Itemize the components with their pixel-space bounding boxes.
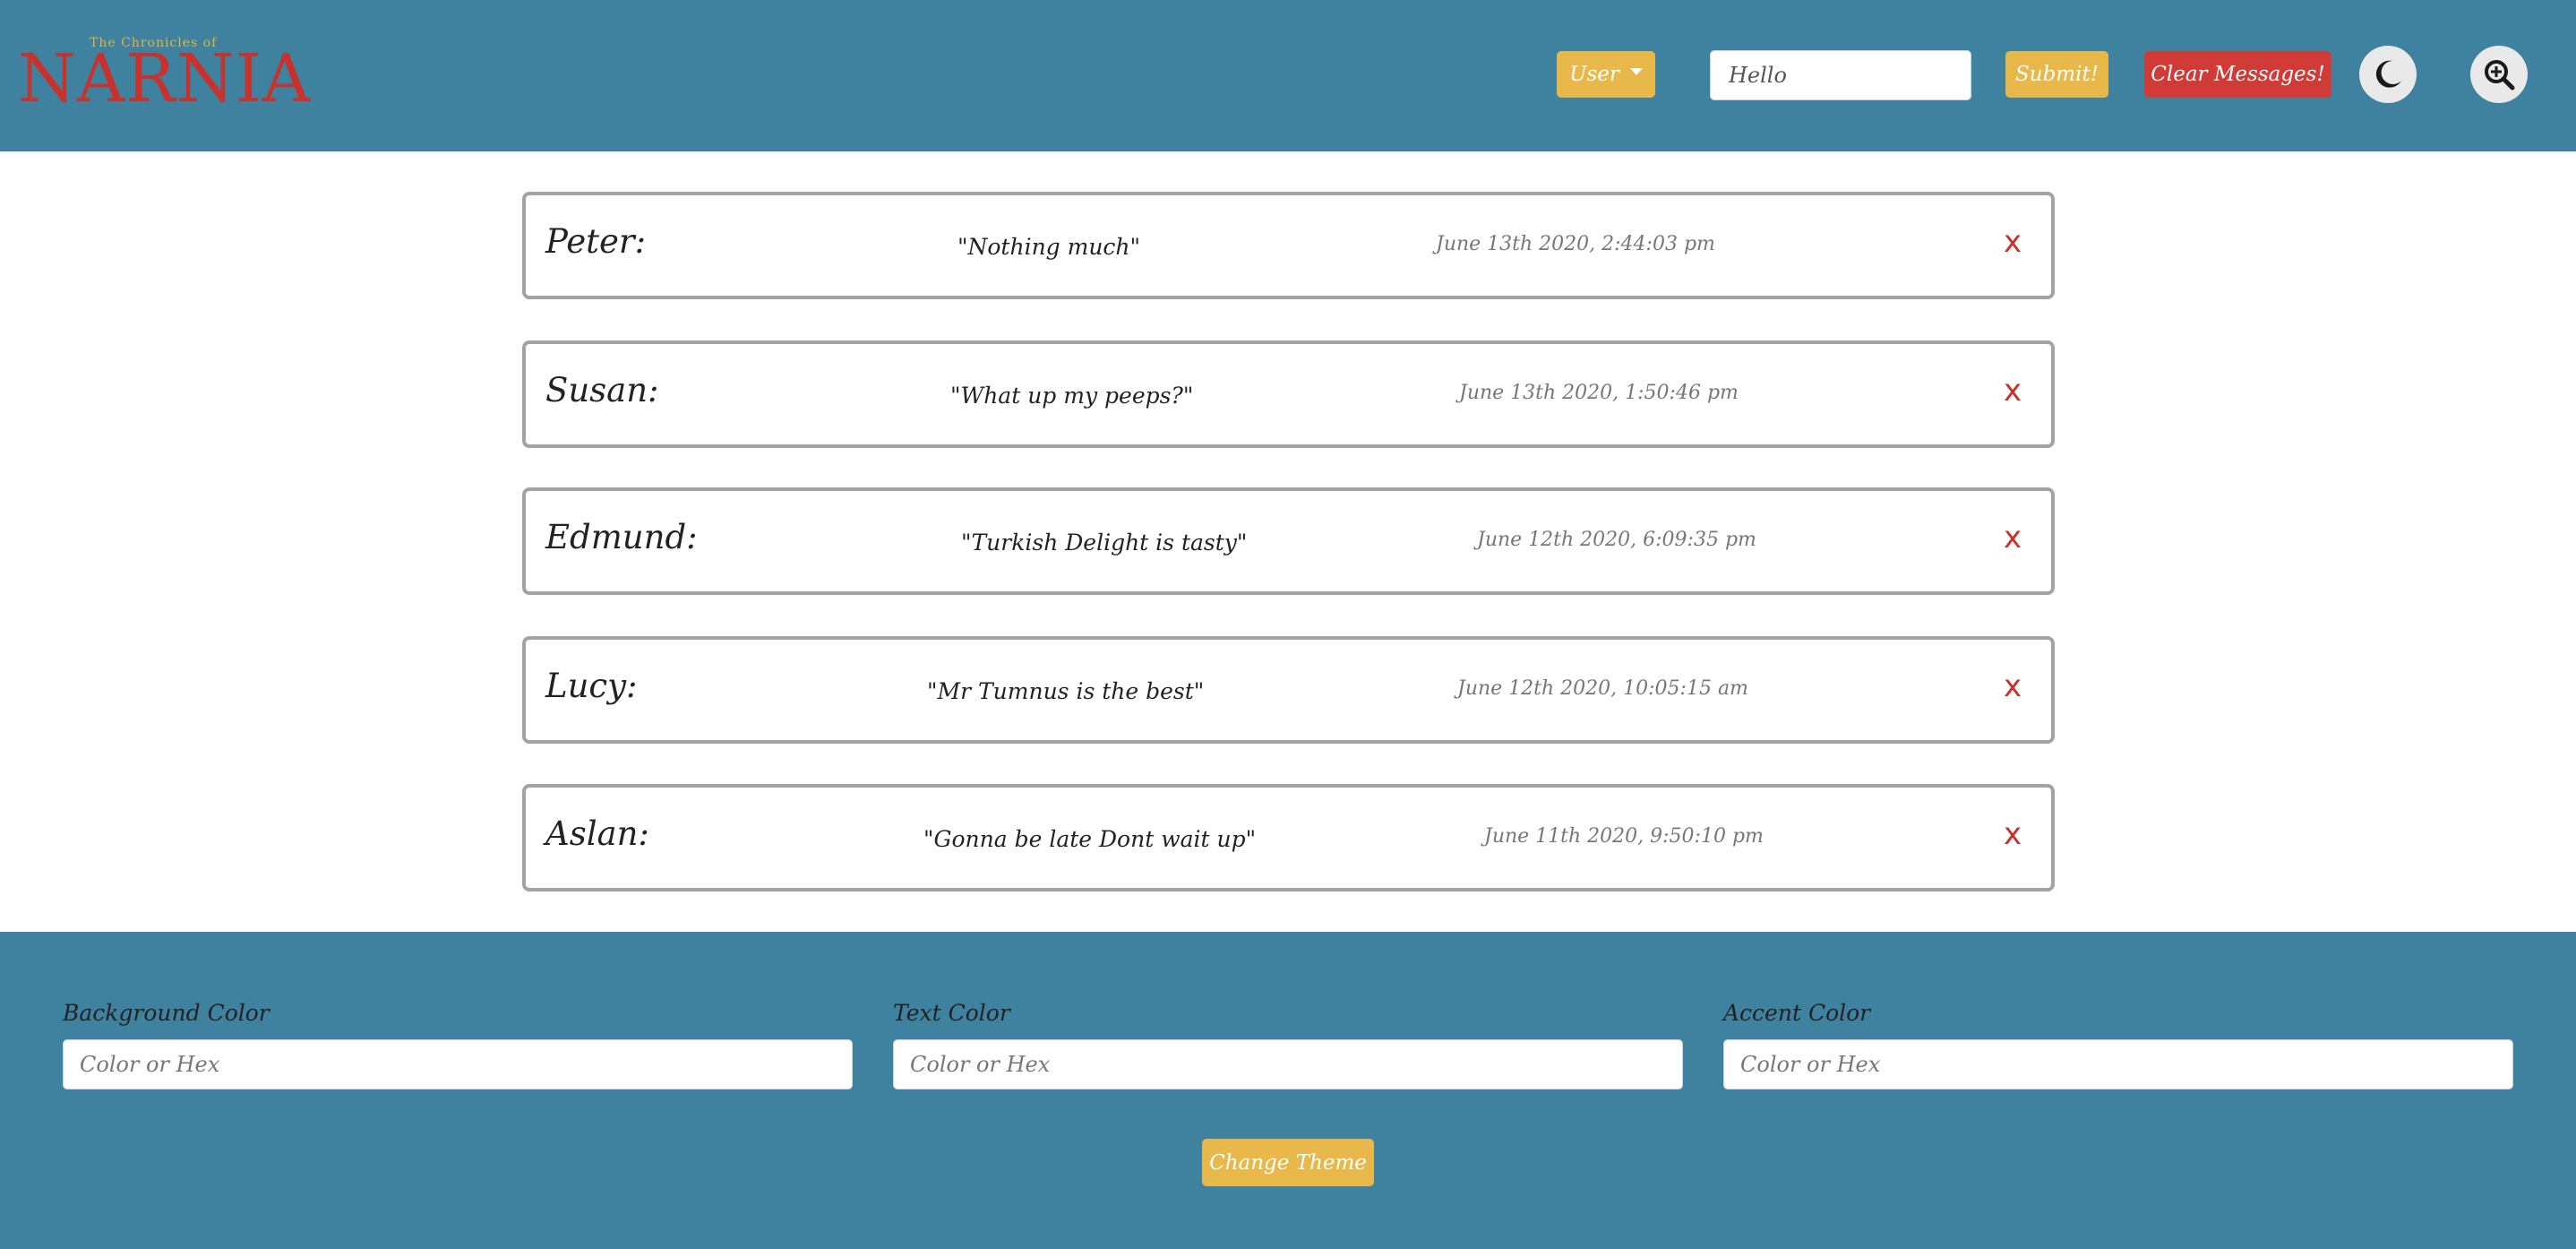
message-author: Susan: <box>545 371 659 409</box>
submit-button[interactable]: Submit! <box>2005 51 2108 98</box>
user-dropdown-button[interactable]: User <box>1557 51 1655 98</box>
message-text: "Turkish Delight is tasty" <box>961 530 1248 556</box>
header-bar: The Chronicles of NARNIA User Submit! Cl… <box>0 0 2576 151</box>
moon-icon <box>2375 60 2401 88</box>
background-color-input[interactable] <box>63 1039 853 1090</box>
accent-color-label: Accent Color <box>1723 1000 1871 1026</box>
delete-message-button[interactable]: x <box>2004 520 2022 556</box>
message-timestamp: June 13th 2020, 2:44:03 pm <box>1436 233 1715 255</box>
dark-mode-toggle[interactable] <box>2359 46 2417 103</box>
text-color-label: Text Color <box>893 1000 1010 1026</box>
message-card: Aslan: "Gonna be late Dont wait up" June… <box>522 784 2055 892</box>
message-text: "What up my peeps?" <box>950 383 1194 409</box>
message-text: "Gonna be late Dont wait up" <box>923 826 1257 852</box>
delete-message-button[interactable]: x <box>2004 373 2022 409</box>
narnia-logo: The Chronicles of NARNIA <box>18 34 310 116</box>
message-author: Lucy: <box>545 667 638 705</box>
text-color-input[interactable] <box>893 1039 1683 1090</box>
message-timestamp: June 12th 2020, 10:05:15 am <box>1457 677 1748 700</box>
change-theme-button[interactable]: Change Theme <box>1202 1139 1374 1186</box>
logo-title: NARNIA <box>18 40 312 117</box>
message-author: Peter: <box>545 222 647 261</box>
message-author: Edmund: <box>545 518 698 556</box>
message-timestamp: June 13th 2020, 1:50:46 pm <box>1459 382 1739 404</box>
accent-color-input[interactable] <box>1723 1039 2513 1090</box>
message-card: Edmund: "Turkish Delight is tasty" June … <box>522 487 2055 595</box>
message-card: Peter: "Nothing much" June 13th 2020, 2:… <box>522 192 2055 299</box>
message-card: Lucy: "Mr Tumnus is the best" June 12th … <box>522 636 2055 744</box>
theme-footer: Background Color Text Color Accent Color… <box>0 932 2576 1249</box>
zoom-in-icon <box>2485 60 2515 90</box>
message-card: Susan: "What up my peeps?" June 13th 202… <box>522 340 2055 448</box>
chevron-down-icon <box>1629 68 1643 75</box>
message-text: "Nothing much" <box>957 234 1141 260</box>
delete-message-button[interactable]: x <box>2004 816 2022 852</box>
message-input[interactable] <box>1710 50 1971 100</box>
user-dropdown-label: User <box>1569 63 1619 86</box>
background-color-label: Background Color <box>63 1000 270 1026</box>
delete-message-button[interactable]: x <box>2004 668 2022 704</box>
message-text: "Mr Tumnus is the best" <box>927 678 1205 704</box>
delete-message-button[interactable]: x <box>2004 224 2022 260</box>
message-timestamp: June 11th 2020, 9:50:10 pm <box>1484 825 1764 848</box>
zoom-button[interactable] <box>2470 46 2528 103</box>
message-author: Aslan: <box>545 814 649 853</box>
message-timestamp: June 12th 2020, 6:09:35 pm <box>1477 529 1756 551</box>
clear-messages-button[interactable]: Clear Messages! <box>2144 51 2331 98</box>
